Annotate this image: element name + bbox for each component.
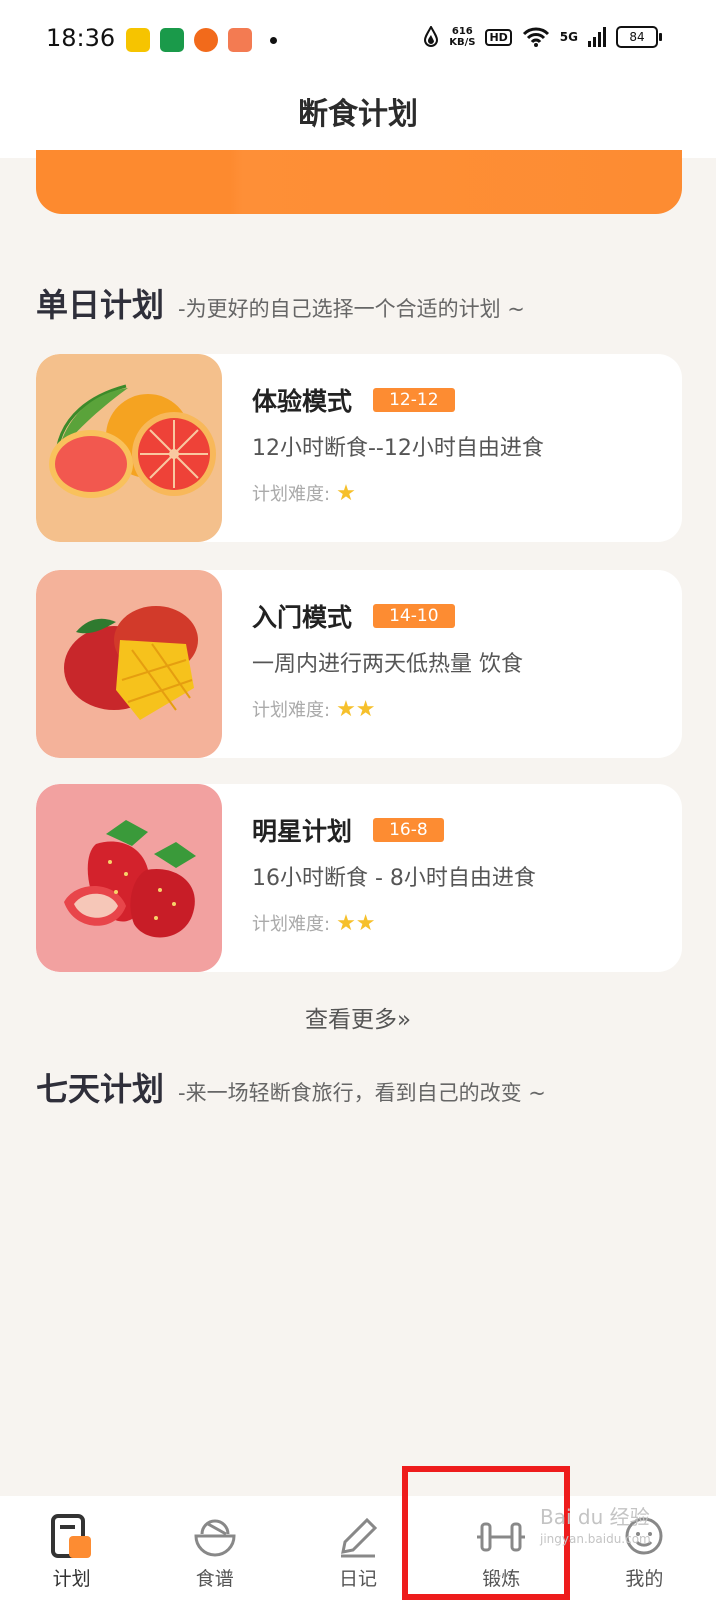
plan-name: 入门模式 [252,603,353,632]
plan-ratio-badge: 14-10 [373,604,455,628]
battery-icon: 84 [616,26,662,48]
star-icon: ★★ [336,696,376,722]
strawberry-image [36,784,222,972]
plan-ratio-badge: 16-8 [373,818,444,842]
system-icons: 616 KB/S HD 5G 84 [423,26,662,48]
section-subtitle: -为更好的自己选择一个合适的计划 ~ [178,297,525,321]
plan-name: 体验模式 [252,387,353,416]
nav-label: 计划 [52,1568,91,1590]
network-speed-unit: KB/S [449,37,476,48]
banner[interactable] [36,150,682,214]
plan-description: 16小时断食 - 8小时自由进食 [252,866,536,891]
single-day-section-title: 单日计划 -为更好的自己选择一个合适的计划 ~ [36,280,525,326]
more-notifications-dot [270,36,277,44]
plan-card[interactable]: 体验模式 12-12 12小时断食--12小时自由进食 计划难度: ★ [36,354,682,542]
nav-item-recipes[interactable]: 食谱 [143,1496,286,1600]
plan-description: 一周内进行两天低热量 饮食 [252,652,523,677]
section-subtitle: -来一场轻断食旅行，看到自己的改变 ~ [178,1081,546,1105]
grapefruit-image [36,354,222,542]
pen-icon [341,1517,378,1558]
signal-label: 5G [559,30,578,44]
bowl-icon [194,1519,236,1557]
game-notification-icon [228,28,252,52]
section-heading: 七天计划 [36,1070,165,1108]
nav-label: 我的 [625,1568,664,1590]
section-heading: 单日计划 [36,286,165,324]
plan-description: 12小时断食--12小时自由进食 [252,436,544,461]
watermark-url: jingyan.baidu.com [540,1532,651,1546]
page-header: 断食计划 [0,80,716,158]
plan-icon [50,1514,91,1558]
hd-badge: HD [485,28,512,46]
difficulty-label: 计划难度: [252,700,331,721]
notification-icons [126,28,277,52]
status-bar: 18:36 616 KB/S HD 5G 84 [0,0,716,80]
data-saver-icon [424,26,439,47]
app-notification-icon [194,28,218,52]
app-notification-icon [126,28,150,52]
nav-item-plan[interactable]: 计划 [0,1496,143,1600]
network-speed: 616 KB/S [449,26,475,48]
seven-day-section-title: 七天计划 -来一场轻断食旅行，看到自己的改变 ~ [36,1064,546,1110]
network-speed-value: 616 [451,26,473,37]
watermark-text: Bai du 经验 [540,1505,650,1529]
difficulty-label: 计划难度: [252,914,331,935]
difficulty-label: 计划难度: [252,484,331,505]
plan-info: 明星计划 16-8 16小时断食 - 8小时自由进食 计划难度: ★★ [252,812,536,936]
plan-ratio-badge: 12-12 [373,388,455,412]
mango-image [36,570,222,758]
wifi-icon [522,27,549,47]
view-more-link[interactable]: 查看更多» [0,1000,716,1034]
plan-name: 明星计划 [252,817,353,846]
nav-label: 食谱 [195,1568,234,1590]
plan-card[interactable]: 入门模式 14-10 一周内进行两天低热量 饮食 计划难度: ★★ [36,570,682,758]
page-title: 断食计划 [298,97,418,132]
oppo-notification-icon [160,28,184,52]
plan-difficulty: 计划难度: ★★ [252,696,523,722]
plan-info: 体验模式 12-12 12小时断食--12小时自由进食 计划难度: ★ [252,382,544,506]
star-icon: ★★ [336,910,376,936]
plan-difficulty: 计划难度: ★★ [252,910,536,936]
baidu-watermark: Bai du 经验 jingyan.baidu.com [540,1506,651,1550]
plan-info: 入门模式 14-10 一周内进行两天低热量 饮食 计划难度: ★★ [252,598,523,722]
star-icon: ★ [336,480,356,506]
plan-card[interactable]: 明星计划 16-8 16小时断食 - 8小时自由进食 计划难度: ★★ [36,784,682,972]
status-time: 18:36 [46,24,116,52]
plan-difficulty: 计划难度: ★ [252,480,544,506]
cell-signal-icon [588,27,606,47]
signal-5g: 5G [560,30,578,44]
